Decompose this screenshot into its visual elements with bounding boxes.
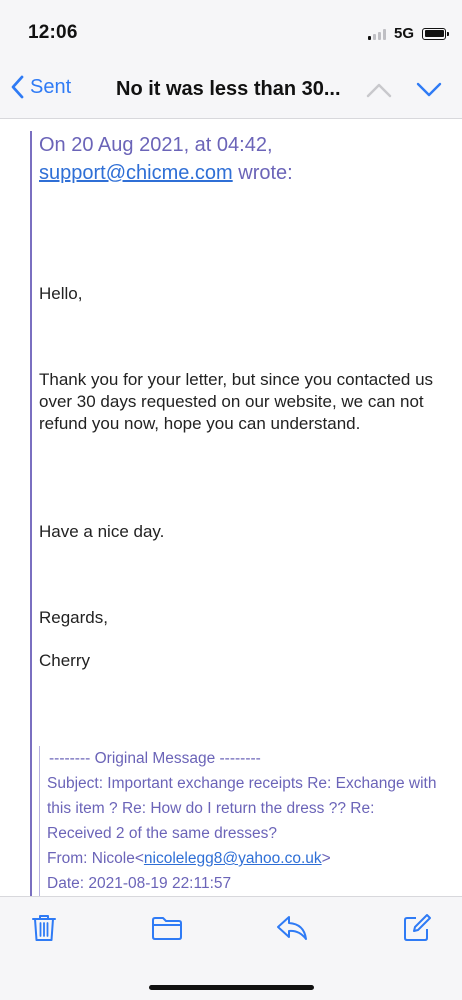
quote-header: On 20 Aug 2021, at 04:42, support@chicme… (39, 131, 440, 187)
original-from: From: Nicole<nicolelegg8@yahoo.co.uk> (47, 846, 439, 871)
reply-icon (277, 916, 307, 940)
move-to-folder-button[interactable] (151, 915, 183, 946)
cellular-signal-icon (367, 28, 386, 40)
original-from-email-link[interactable]: nicolelegg8@yahoo.co.uk (144, 850, 322, 867)
trash-icon (32, 915, 56, 941)
previous-message-button[interactable] (366, 82, 392, 103)
reply-button[interactable] (275, 913, 309, 948)
next-message-button[interactable] (416, 82, 442, 103)
signature: Cherry (39, 651, 91, 670)
regards-line: Regards, (39, 608, 108, 627)
closing-line: Have a nice day. (39, 522, 165, 541)
delete-button[interactable] (30, 913, 58, 948)
greeting: Hello, (39, 284, 83, 303)
sender-email-link[interactable]: support@chicme.com (39, 162, 233, 184)
status-indicators: 5G (367, 25, 449, 42)
compose-icon (404, 914, 431, 941)
email-subject-title: No it was less than 30... (116, 78, 341, 100)
email-body[interactable]: On 20 Aug 2021, at 04:42, support@chicme… (0, 119, 462, 897)
quoted-reply: On 20 Aug 2021, at 04:42, support@chicme… (30, 131, 440, 897)
compose-button[interactable] (402, 913, 432, 948)
home-indicator[interactable] (149, 985, 314, 990)
battery-icon (422, 27, 449, 40)
original-from-prefix: From: Nicole< (47, 850, 144, 867)
status-time: 12:06 (28, 22, 78, 43)
original-from-suffix: > (321, 850, 331, 867)
network-label: 5G (393, 25, 414, 42)
nav-bar: Sent No it was less than 30... (0, 60, 462, 119)
folder-icon (152, 917, 182, 940)
message-paragraph: Thank you for your letter, but since you… (39, 370, 434, 433)
original-message-header: -------- Original Message -------- (49, 750, 261, 767)
original-message: -------- Original Message -------- Subje… (39, 746, 439, 896)
back-button[interactable]: Sent (10, 75, 71, 99)
chevron-left-icon (11, 75, 24, 99)
bottom-toolbar (0, 896, 462, 1000)
chevron-down-icon (416, 82, 442, 97)
quote-header-suffix: wrote: (232, 162, 293, 184)
quote-date-line: On 20 Aug 2021, at 04:42, (39, 134, 273, 156)
original-subject: Subject: Important exchange receipts Re:… (47, 775, 437, 842)
original-date: Date: 2021-08-19 22:11:57 (47, 875, 232, 892)
back-label: Sent (30, 75, 72, 98)
chevron-up-icon (366, 83, 392, 98)
status-bar: 12:06 5G (0, 0, 462, 60)
